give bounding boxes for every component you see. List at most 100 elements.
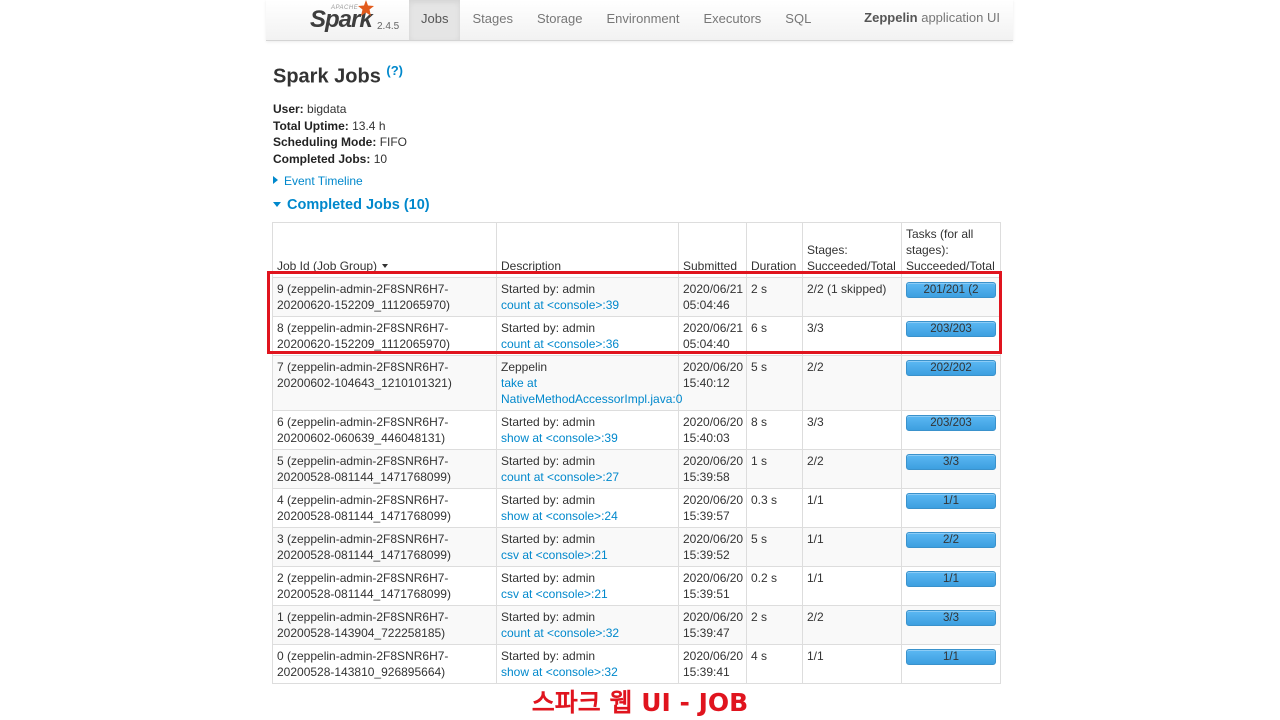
tasks-progress-bar: 1/1 [906,571,996,587]
tab-executors[interactable]: Executors [691,0,773,40]
col-header-stages[interactable]: Stages: Succeeded/Total [802,222,902,278]
tab-stages[interactable]: Stages [460,0,524,40]
job-id-cell: 0 (zeppelin-admin-2F8SNR6H7-20200528-143… [272,644,497,684]
event-timeline-toggle[interactable]: Event Timeline [273,174,363,188]
job-detail-link[interactable]: count at <console>:32 [501,626,619,640]
submitted-cell: 2020/06/20 15:39:52 [678,527,747,567]
tab-environment[interactable]: Environment [595,0,692,40]
tasks-cell: 203/203 [901,410,1001,450]
stages-cell: 2/2 (1 skipped) [802,277,902,317]
col-header-label: Job Id (Job Group) [277,259,378,273]
stages-cell: 1/1 [802,644,902,684]
summary-uptime: Total Uptime: 13.4 h [273,118,407,135]
job-detail-link[interactable]: csv at <console>:21 [501,548,608,562]
job-id-cell: 3 (zeppelin-admin-2F8SNR6H7-20200528-081… [272,527,497,567]
table-row: 3 (zeppelin-admin-2F8SNR6H7-20200528-081… [272,527,1001,567]
duration-cell: 5 s [746,527,803,567]
description-text: Started by: admin [501,532,596,546]
summary-value: FIFO [379,135,408,149]
description-cell: Started by: admin csv at <console>:21 [496,566,679,606]
summary-value: 13.4 h [352,118,386,133]
tasks-cell: 1/1 [901,488,1001,528]
tasks-progress-bar: 203/203 [906,321,996,337]
submitted-cell: 2020/06/20 15:40:03 [678,410,747,450]
table-row: 0 (zeppelin-admin-2F8SNR6H7-20200528-143… [272,644,1001,684]
job-detail-link[interactable]: count at <console>:39 [501,298,619,312]
nav-tabs: Jobs Stages Storage Environment Executor… [409,0,823,40]
stages-cell: 1/1 [802,527,902,567]
submitted-cell: 2020/06/21 05:04:46 [678,277,747,317]
table-row: 7 (zeppelin-admin-2F8SNR6H7-20200602-104… [272,355,1001,411]
duration-cell: 5 s [746,355,803,411]
sort-desc-icon [382,264,389,268]
col-header-duration[interactable]: Duration [746,222,803,278]
spark-logo[interactable]: APACHE Spark 2.4.5 [288,0,400,40]
completed-jobs-link[interactable]: Completed Jobs: [273,152,370,166]
table-body: 9 (zeppelin-admin-2F8SNR6H7-20200620-152… [272,277,1001,684]
summary-scheduling: Scheduling Mode: FIFO [273,134,407,151]
description-cell: Started by: admin count at <console>:36 [496,316,679,356]
submitted-cell: 2020/06/20 15:39:57 [678,488,747,528]
tasks-cell: 202/202 [901,355,1001,411]
completed-jobs-header[interactable]: Completed Jobs (10) [273,197,430,213]
job-detail-link[interactable]: show at <console>:24 [501,509,618,523]
description-cell: Started by: admin count at <console>:32 [496,605,679,645]
tab-jobs[interactable]: Jobs [409,0,461,40]
help-link[interactable]: (?) [386,63,403,78]
description-cell: Zeppelin take at NativeMethodAccessorImpl… [496,355,682,411]
job-id-cell: 8 (zeppelin-admin-2F8SNR6H7-20200620-152… [272,316,497,356]
description-cell: Started by: admin show at <console>:32 [496,644,679,684]
duration-cell: 1 s [746,449,803,489]
submitted-cell: 2020/06/20 15:39:41 [678,644,747,684]
summary-label: User: [273,102,304,116]
stages-cell: 2/2 [802,355,902,411]
description-text: Started by: admin [501,415,596,429]
col-header-description[interactable]: Description [496,222,679,278]
description-cell: Started by: admin show at <console>:24 [496,488,679,528]
tab-sql[interactable]: SQL [773,0,823,40]
col-header-job-id[interactable]: Job Id (Job Group) [272,222,497,278]
event-timeline-label: Event Timeline [284,174,363,188]
tasks-progress-bar: 2/2 [906,532,996,548]
job-detail-link[interactable]: show at <console>:32 [501,665,618,679]
slide-caption: 스파크 웹 UI - JOB [531,688,749,717]
summary-list: User: bigdata Total Uptime: 13.4 h Sched… [273,101,407,167]
spark-version: 2.4.5 [377,21,400,32]
description-text: Started by: admin [501,321,596,335]
col-header-submitted[interactable]: Submitted [678,222,747,278]
job-detail-link[interactable]: show at <console>:39 [501,431,618,445]
duration-cell: 6 s [746,316,803,356]
job-detail-link[interactable]: take at NativeMethodAccessorImpl.java:0 [501,376,682,406]
table-header-row: Job Id (Job Group) Description Submitted… [272,222,1001,278]
description-cell: Started by: admin count at <console>:39 [496,277,679,317]
job-detail-link[interactable]: count at <console>:27 [501,470,619,484]
completed-jobs-title: Completed Jobs (10) [287,197,430,213]
description-cell: Started by: admin show at <console>:39 [496,410,679,450]
col-header-tasks[interactable]: Tasks (for all stages): Succeeded/Total [901,222,1001,278]
tasks-progress-bar: 3/3 [906,454,996,470]
job-detail-link[interactable]: csv at <console>:21 [501,587,608,601]
table-row: 8 (zeppelin-admin-2F8SNR6H7-20200620-152… [272,316,1001,356]
summary-label: Scheduling Mode: [273,135,377,149]
app-name-bold: Zeppelin [864,10,918,25]
tasks-cell: 1/1 [901,566,1001,606]
caret-down-icon [273,202,281,207]
table-row: 6 (zeppelin-admin-2F8SNR6H7-20200602-060… [272,410,1001,450]
description-text: Started by: admin [501,649,596,663]
tasks-progress-bar: 3/3 [906,610,996,626]
duration-cell: 8 s [746,410,803,450]
description-text: Started by: admin [501,282,596,296]
summary-user: User: bigdata [273,101,407,118]
table-row: 4 (zeppelin-admin-2F8SNR6H7-20200528-081… [272,488,1001,528]
stages-cell: 3/3 [802,410,902,450]
job-id-cell: 9 (zeppelin-admin-2F8SNR6H7-20200620-152… [272,277,497,317]
summary-label: Completed Jobs: [273,151,371,166]
tasks-cell: 201/201 (2 [901,277,1001,317]
tasks-cell: 3/3 [901,449,1001,489]
page-title-text: Spark Jobs [273,65,381,88]
job-id-cell: 1 (zeppelin-admin-2F8SNR6H7-20200528-143… [272,605,497,645]
job-detail-link[interactable]: count at <console>:36 [501,337,619,351]
job-id-cell: 7 (zeppelin-admin-2F8SNR6H7-20200602-104… [272,355,497,411]
tab-storage[interactable]: Storage [525,0,595,40]
duration-cell: 2 s [746,277,803,317]
